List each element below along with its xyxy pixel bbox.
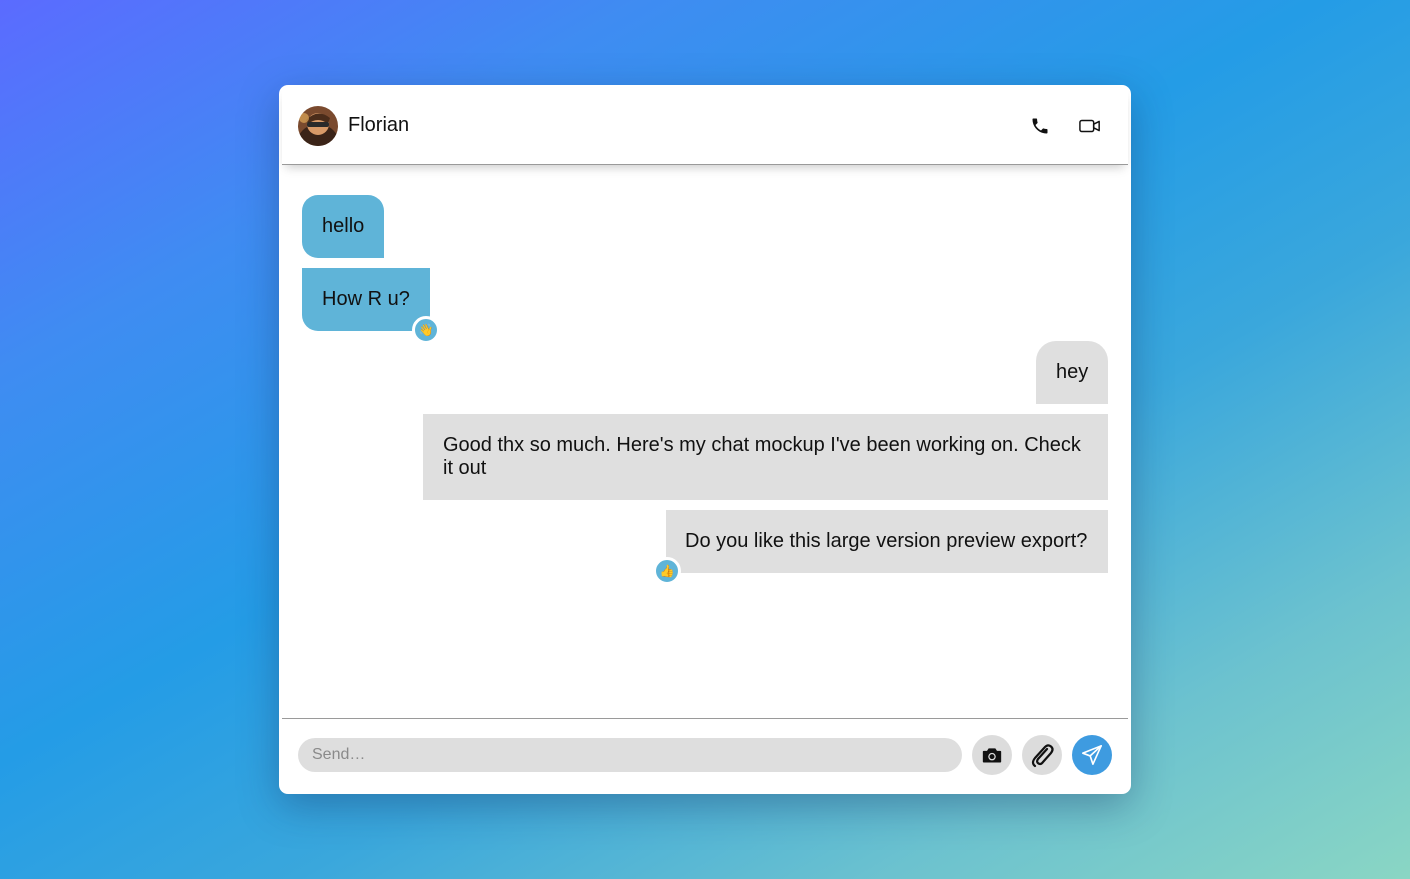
phone-icon	[1032, 118, 1048, 134]
paper-plane-icon	[1082, 745, 1102, 765]
message-outgoing[interactable]: Do you like this large version preview e…	[666, 510, 1108, 573]
chat-window: Florian hello How R u? 👋 hey Good thx so…	[279, 85, 1131, 794]
video-call-button[interactable]	[1076, 112, 1104, 140]
wave-reaction-icon[interactable]: 👋	[412, 316, 440, 344]
thumbs-up-reaction-icon[interactable]: 👍	[653, 557, 681, 585]
video-camera-icon	[1079, 119, 1100, 133]
camera-button[interactable]	[972, 735, 1012, 775]
paperclip-icon	[1031, 744, 1054, 768]
message-composer	[282, 718, 1128, 792]
message-list: hello How R u? 👋 hey Good thx so much. H…	[282, 165, 1128, 718]
message-text: Good thx so much. Here's my chat mockup …	[443, 434, 1081, 479]
message-text: How R u?	[322, 288, 410, 310]
message-text: hello	[322, 215, 365, 237]
call-button[interactable]	[1026, 112, 1054, 140]
chat-header: Florian	[282, 88, 1128, 165]
contact-name: Florian	[348, 114, 410, 136]
attach-button[interactable]	[1022, 735, 1062, 775]
message-text: hey	[1056, 361, 1089, 383]
send-button[interactable]	[1072, 735, 1112, 775]
message-incoming[interactable]: hello	[302, 195, 384, 258]
message-outgoing[interactable]: Good thx so much. Here's my chat mockup …	[423, 414, 1108, 500]
message-input[interactable]	[298, 738, 962, 772]
message-incoming[interactable]: How R u?	[302, 268, 430, 331]
contact-avatar[interactable]	[298, 106, 338, 146]
message-outgoing[interactable]: hey	[1036, 341, 1108, 404]
camera-icon	[982, 748, 1002, 763]
message-text: Do you like this large version preview e…	[685, 530, 1088, 552]
